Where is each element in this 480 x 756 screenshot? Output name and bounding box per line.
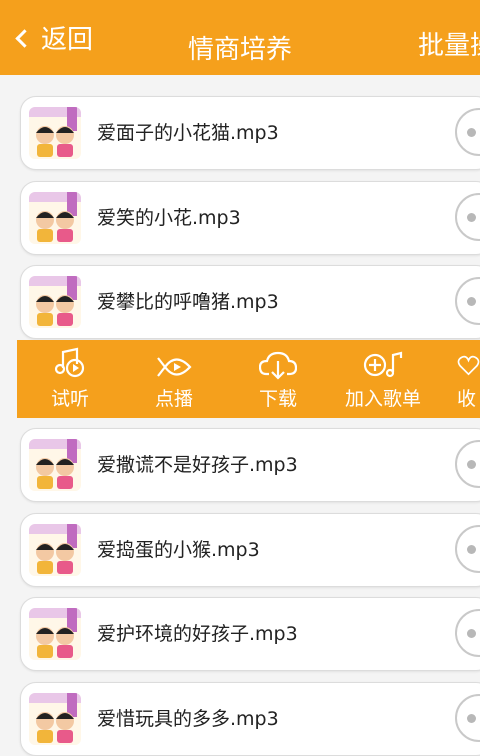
more-icon <box>467 127 476 137</box>
track-thumbnail <box>29 107 81 159</box>
favorite-icon <box>457 340 480 380</box>
action-label: 下载 <box>258 388 297 410</box>
more-icon <box>467 713 476 723</box>
track-name: 爱面子的小花猫.mp3 <box>97 122 279 144</box>
action-preview-button[interactable]: 试听 <box>43 340 97 418</box>
track-action-bar: 试听 点播 下载 加入歌单 收 <box>17 340 480 418</box>
track-item[interactable]: 爱捣蛋的小猴.mp3 <box>20 513 480 587</box>
action-label: 收 <box>457 388 477 410</box>
action-label: 试听 <box>50 388 89 410</box>
more-icon <box>467 544 476 554</box>
more-options-button[interactable] <box>455 694 480 742</box>
track-name: 爱惜玩具的多多.mp3 <box>97 708 279 730</box>
track-item[interactable]: 爱护环境的好孩子.mp3 <box>20 597 480 671</box>
more-options-button[interactable] <box>455 525 480 573</box>
track-item[interactable]: 爱攀比的呼噜猪.mp3 <box>20 265 480 339</box>
action-label: 加入歌单 <box>344 388 421 410</box>
action-favorite-button[interactable]: 收 <box>457 340 480 418</box>
cloud-download-icon <box>251 340 305 380</box>
track-item[interactable]: 爱撒谎不是好孩子.mp3 <box>20 428 480 502</box>
action-on-demand-button[interactable]: 点播 <box>147 340 201 418</box>
music-note-play-icon <box>43 340 97 380</box>
more-icon <box>467 459 476 469</box>
track-thumbnail <box>29 693 81 745</box>
track-name: 爱捣蛋的小猴.mp3 <box>97 539 260 561</box>
more-icon <box>467 296 476 306</box>
track-thumbnail <box>29 439 81 491</box>
track-name: 爱笑的小花.mp3 <box>97 207 241 229</box>
action-add-to-playlist-button[interactable]: 加入歌单 <box>337 340 429 418</box>
more-options-button[interactable] <box>455 609 480 657</box>
fish-play-icon <box>147 340 201 380</box>
more-options-button[interactable] <box>455 193 480 241</box>
more-icon <box>467 628 476 638</box>
track-thumbnail <box>29 524 81 576</box>
track-item[interactable]: 爱面子的小花猫.mp3 <box>20 96 480 170</box>
track-name: 爱护环境的好孩子.mp3 <box>97 623 298 645</box>
track-name: 爱撒谎不是好孩子.mp3 <box>97 454 298 476</box>
action-label: 点播 <box>154 388 193 410</box>
track-list: 爱面子的小花猫.mp3 爱笑的小花.mp3 爱攀比的呼噜猪.mp3 试听 点播 … <box>0 0 480 756</box>
track-item[interactable]: 爱笑的小花.mp3 <box>20 181 480 255</box>
more-options-button[interactable] <box>455 440 480 488</box>
track-thumbnail <box>29 192 81 244</box>
track-name: 爱攀比的呼噜猪.mp3 <box>97 291 279 313</box>
more-icon <box>467 212 476 222</box>
more-options-button[interactable] <box>455 108 480 156</box>
more-options-button[interactable] <box>455 277 480 325</box>
add-to-playlist-icon <box>337 340 429 380</box>
track-thumbnail <box>29 276 81 328</box>
action-download-button[interactable]: 下载 <box>251 340 305 418</box>
track-thumbnail <box>29 608 81 660</box>
